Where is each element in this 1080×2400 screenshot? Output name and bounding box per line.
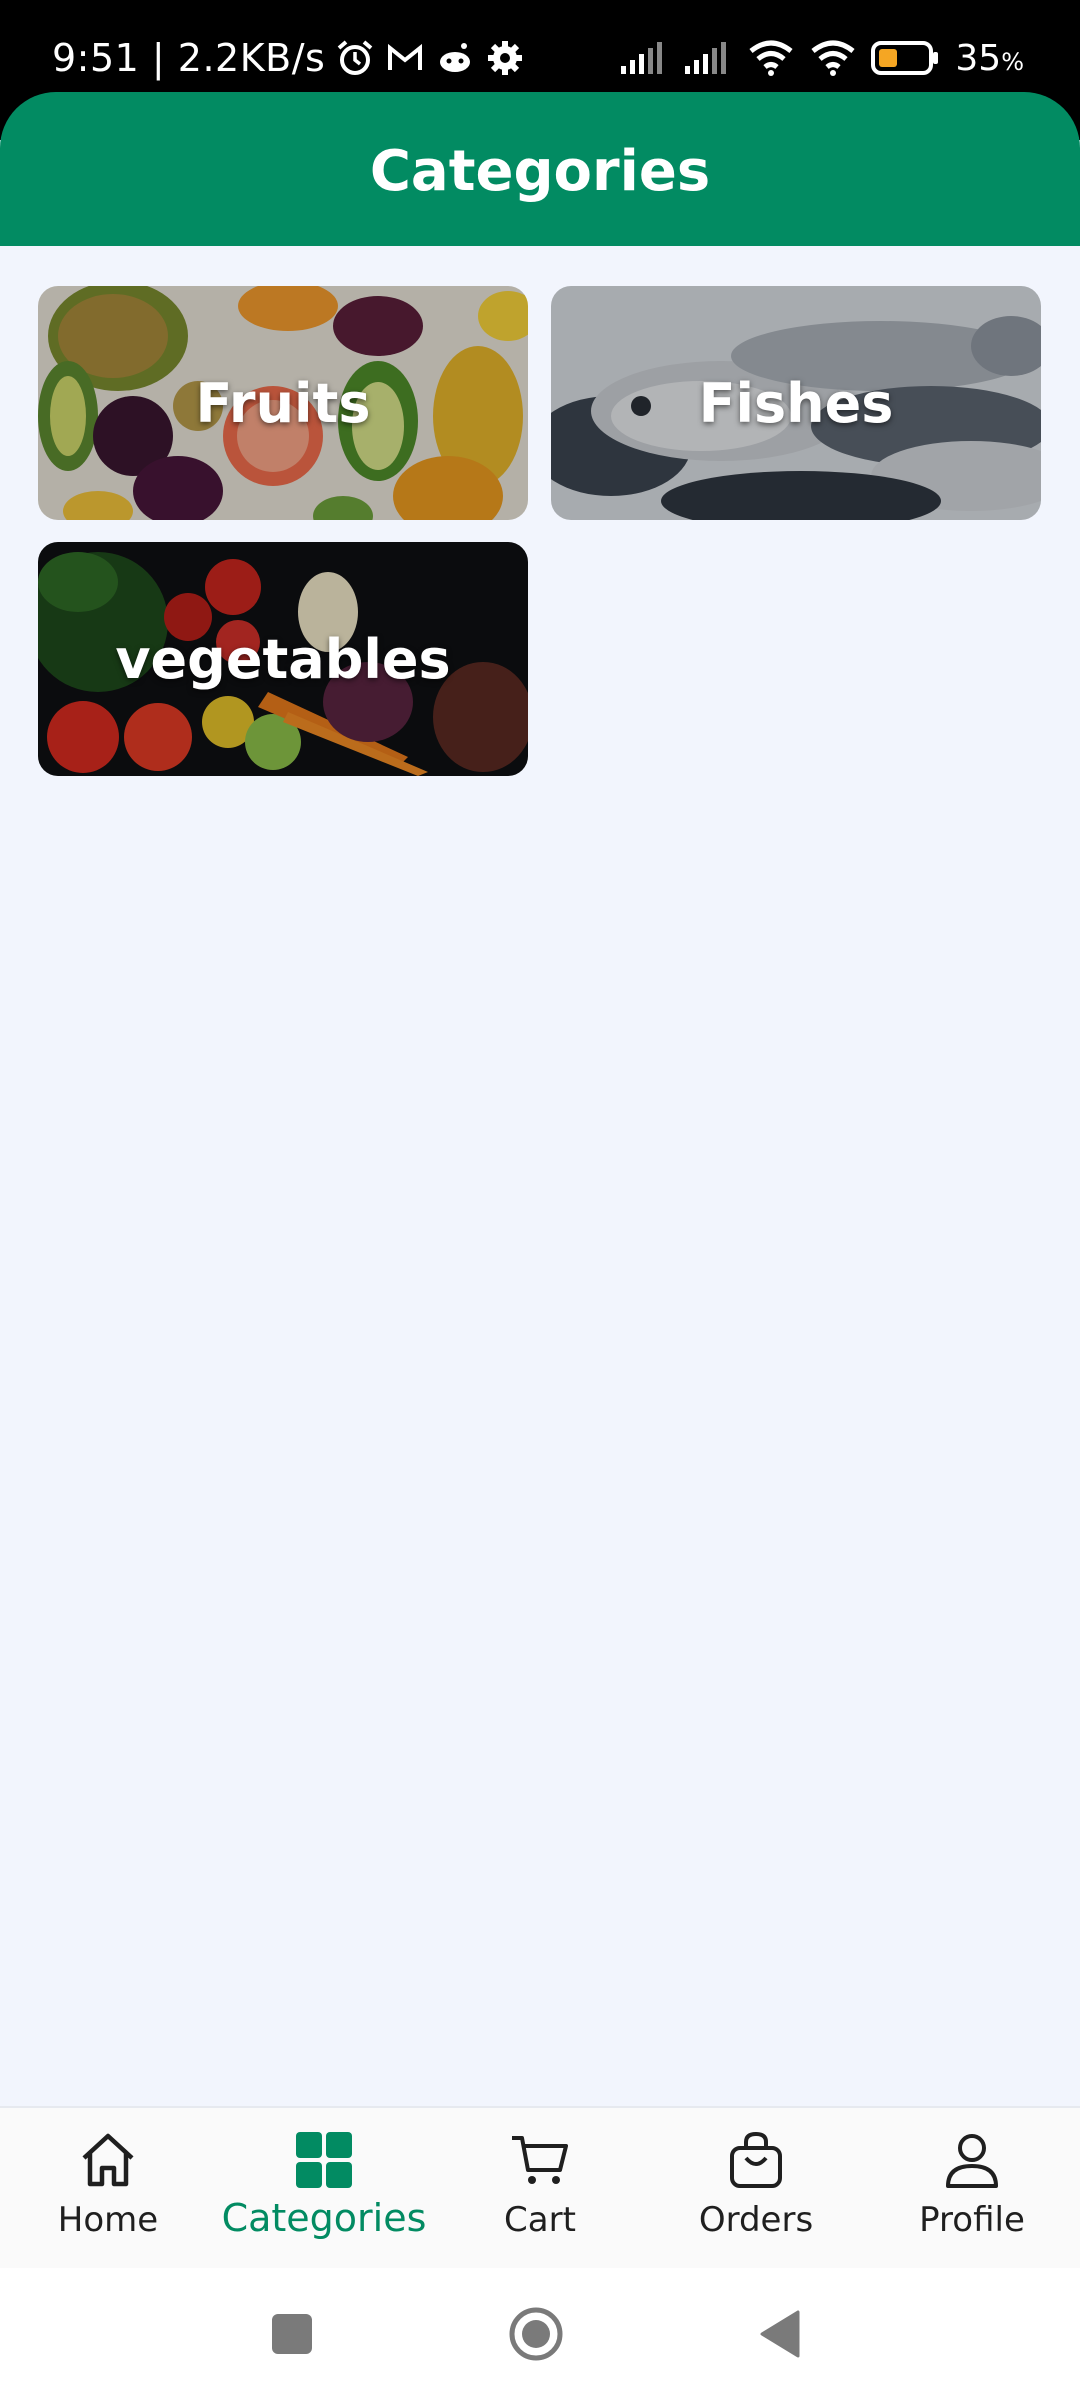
system-nav-bar <box>0 2268 1080 2400</box>
bag-icon <box>730 2131 782 2188</box>
recent-apps-icon[interactable] <box>254 2296 330 2372</box>
category-label: Fruits <box>195 371 371 435</box>
nav-item-cart[interactable]: Cart <box>432 2108 648 2270</box>
nav-label-profile: Profile <box>919 2200 1025 2240</box>
home-circle-icon[interactable] <box>498 2296 574 2372</box>
nav-label-orders: Orders <box>698 2200 814 2240</box>
battery-unit: % <box>1001 47 1024 76</box>
back-icon[interactable] <box>742 2296 818 2372</box>
nav-item-profile[interactable]: Profile <box>864 2108 1080 2270</box>
nav-item-orders[interactable]: Orders <box>648 2108 864 2270</box>
person-icon <box>946 2134 998 2188</box>
alarm-icon <box>338 40 373 75</box>
nav-item-categories[interactable]: Categories <box>216 2108 432 2270</box>
signal-icon <box>621 42 663 74</box>
home-icon <box>82 2133 134 2187</box>
settings-icon <box>488 41 523 75</box>
battery-level: 35% <box>955 38 1024 79</box>
nav-item-home[interactable]: Home <box>0 2108 216 2270</box>
wifi-icon <box>811 40 855 76</box>
battery-icon <box>871 41 939 75</box>
nav-label-home: Home <box>57 2200 159 2240</box>
gmail-icon <box>388 43 423 70</box>
category-label: vegetables <box>115 627 451 691</box>
wifi-icon <box>749 40 793 76</box>
reddit-icon <box>440 43 471 72</box>
category-label: Fishes <box>698 371 894 435</box>
nav-label-categories: Categories <box>221 2196 427 2240</box>
status-right: 35% <box>619 30 1024 86</box>
status-time-speed: 9:51 | 2.2KB/s <box>52 36 326 80</box>
nav-label-cart: Cart <box>504 2200 576 2240</box>
battery-value: 35 <box>955 37 1002 79</box>
app-header: Categories <box>0 92 1080 246</box>
category-card-vegetables[interactable]: vegetables <box>38 542 528 776</box>
category-card-fruits[interactable]: Fruits <box>38 286 528 520</box>
cart-icon <box>512 2136 568 2184</box>
grid-icon <box>296 2132 352 2188</box>
bottom-nav: Home Categories Cart Orders Profile <box>0 2106 1080 2268</box>
page-title: Categories <box>369 138 711 204</box>
category-card-fishes[interactable]: Fishes <box>551 286 1041 520</box>
status-left: 9:51 | 2.2KB/s <box>52 30 525 86</box>
signal-icon <box>685 42 727 74</box>
